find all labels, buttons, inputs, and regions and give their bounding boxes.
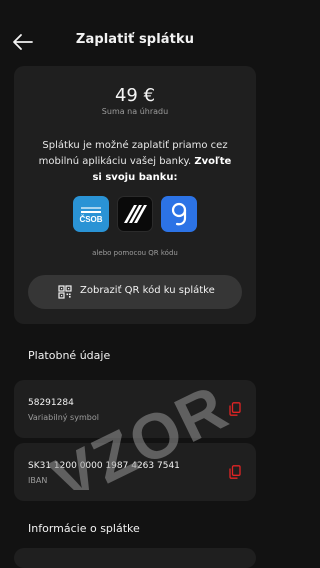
payment-card: 49 € Suma na úhradu Splátku je možné zap… [14,66,256,324]
tatra-bank-icon [124,205,147,223]
copy-icon[interactable] [229,465,241,479]
tatra-bank-button[interactable] [117,196,153,232]
qr-alternative-text: alebo pomocou QR kódu [92,249,178,257]
amount-value: 49 € [114,85,156,106]
top-bar: Zaplatiť splátku [0,0,270,70]
george-bank-icon [171,202,187,226]
bank-app-info: Splátku je možné zaplatiť priamo cez mob… [34,138,236,186]
installment-info-title: Informácie o splátke [28,522,140,535]
george-bank-button[interactable] [161,196,197,232]
csob-bank-name: ČSOB [79,215,102,224]
iban-value: SK31 1200 0000 1987 4263 7541 [28,461,180,471]
bank-list: ČSOB [73,196,197,232]
csob-bank-button[interactable]: ČSOB [73,196,109,232]
copy-icon[interactable] [229,402,241,416]
amount-caption: Suma na úhradu [101,107,169,116]
installment-info-card [14,548,256,568]
qr-code-icon [58,285,72,299]
show-qr-code-label: Zobraziť QR kód ku splátke [80,285,215,296]
variable-symbol-row: 58291284 Variabilný symbol [14,380,256,438]
payment-details-title: Platobné údaje [28,349,111,362]
variable-symbol-value: 58291284 [28,398,74,408]
show-qr-code-button[interactable]: Zobraziť QR kód ku splátke [28,275,242,309]
page-title: Zaplatiť splátku [75,32,195,47]
variable-symbol-label: Variabilný symbol [28,413,99,422]
csob-bank-icon: ČSOB [79,207,103,224]
iban-row: SK31 1200 0000 1987 4263 7541 IBAN [14,443,256,501]
iban-label: IBAN [28,476,48,485]
